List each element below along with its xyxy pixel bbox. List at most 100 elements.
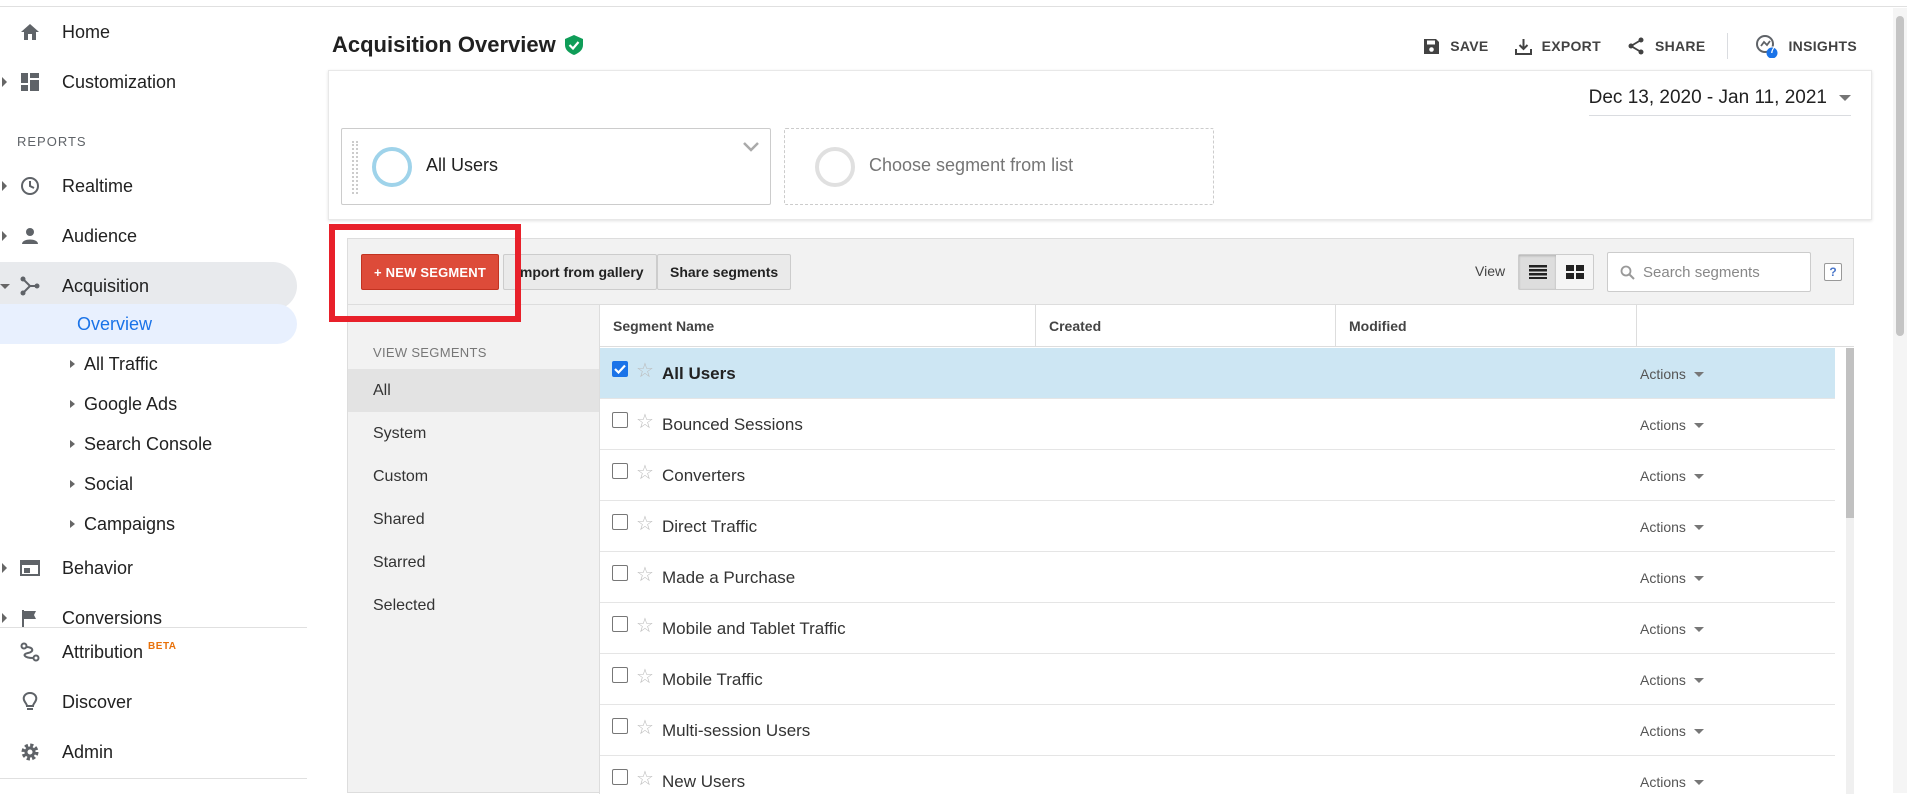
share-button[interactable]: SHARE: [1627, 37, 1706, 55]
actions-dropdown[interactable]: Actions: [1640, 723, 1704, 739]
star-icon[interactable]: ☆: [636, 616, 654, 636]
collapse-arrow-icon[interactable]: [0, 283, 10, 289]
expand-arrow-icon[interactable]: [2, 613, 7, 623]
grid-view-button[interactable]: [1556, 255, 1593, 289]
actions-dropdown[interactable]: Actions: [1640, 621, 1704, 637]
share-segments-button[interactable]: Share segments: [657, 254, 792, 290]
actions-dropdown[interactable]: Actions: [1640, 417, 1704, 433]
column-header-modified[interactable]: Modified: [1336, 305, 1637, 347]
actions-dropdown[interactable]: Actions: [1640, 672, 1704, 688]
table-row[interactable]: ☆ Mobile and Tablet Traffic Actions: [600, 603, 1835, 654]
table-row[interactable]: ☆ Made a Purchase Actions: [600, 552, 1835, 603]
nav-social[interactable]: Social: [0, 464, 297, 504]
caret-down-icon: [1693, 473, 1704, 479]
date-range-picker[interactable]: Dec 13, 2020 - Jan 11, 2021: [1588, 87, 1851, 116]
export-button[interactable]: EXPORT: [1514, 38, 1601, 55]
expand-arrow-icon[interactable]: [2, 181, 7, 191]
actions-label: Actions: [1640, 570, 1686, 586]
page-scrollbar[interactable]: [1893, 8, 1907, 793]
star-icon[interactable]: ☆: [636, 565, 654, 585]
sidebar: Home Customization REPORTS Realtime Audi…: [0, 8, 307, 793]
table-row[interactable]: ☆ Multi-session Users Actions: [600, 705, 1835, 756]
row-checkbox[interactable]: [612, 565, 628, 581]
table-row[interactable]: ☆ Bounced Sessions Actions: [600, 399, 1835, 450]
expand-arrow-icon[interactable]: [70, 480, 75, 488]
expand-arrow-icon[interactable]: [2, 563, 7, 573]
column-header-segment-name[interactable]: Segment Name: [600, 305, 1036, 347]
row-checkbox[interactable]: [612, 616, 628, 632]
column-header-created[interactable]: Created: [1036, 305, 1336, 347]
star-icon[interactable]: ☆: [636, 769, 654, 789]
table-row[interactable]: ☆ Direct Traffic Actions: [600, 501, 1835, 552]
segment-name: Mobile Traffic: [662, 670, 763, 689]
nav-realtime[interactable]: Realtime: [0, 162, 297, 210]
star-icon[interactable]: ☆: [636, 361, 654, 381]
nav-overview[interactable]: Overview: [0, 304, 297, 344]
segment-filter-list: VIEW SEGMENTS All System Custom Shared S…: [348, 304, 599, 794]
page-title-text: Acquisition Overview: [332, 32, 556, 57]
row-checkbox[interactable]: [612, 718, 628, 734]
row-checkbox[interactable]: [612, 667, 628, 683]
filter-shared[interactable]: Shared: [348, 498, 599, 541]
save-button[interactable]: SAVE: [1423, 38, 1488, 55]
nav-audience[interactable]: Audience: [0, 212, 297, 260]
search-segments-input[interactable]: [1643, 263, 1803, 281]
list-view-button[interactable]: [1519, 255, 1556, 289]
filter-system[interactable]: System: [348, 412, 599, 455]
table-row[interactable]: ☆ All Users Actions: [600, 348, 1835, 399]
caret-down-icon: [1693, 677, 1704, 683]
star-icon[interactable]: ☆: [636, 718, 654, 738]
row-checkbox[interactable]: [612, 514, 628, 530]
nav-google-ads[interactable]: Google Ads: [0, 384, 297, 424]
row-checkbox[interactable]: [612, 769, 628, 785]
expand-arrow-icon[interactable]: [70, 440, 75, 448]
star-icon[interactable]: ☆: [636, 463, 654, 483]
filter-starred[interactable]: Starred: [348, 541, 599, 584]
help-icon[interactable]: ?: [1824, 263, 1842, 281]
nav-admin[interactable]: Admin: [0, 728, 297, 776]
nav-campaigns[interactable]: Campaigns: [0, 504, 297, 544]
insights-button[interactable]: 7 INSIGHTS: [1754, 34, 1857, 58]
table-row[interactable]: ☆ Converters Actions: [600, 450, 1835, 501]
actions-dropdown[interactable]: Actions: [1640, 366, 1704, 382]
nav-customization[interactable]: Customization: [0, 58, 297, 106]
actions-dropdown[interactable]: Actions: [1640, 774, 1704, 790]
actions-dropdown[interactable]: Actions: [1640, 519, 1704, 535]
star-icon[interactable]: ☆: [636, 667, 654, 687]
expand-arrow-icon[interactable]: [2, 231, 7, 241]
date-range-text: Dec 13, 2020 - Jan 11, 2021: [1588, 87, 1827, 108]
scrollbar-thumb[interactable]: [1846, 348, 1854, 518]
table-scrollbar[interactable]: [1846, 348, 1854, 794]
import-from-gallery-button[interactable]: Import from gallery: [503, 254, 657, 290]
table-row[interactable]: ☆ New Users Actions: [600, 756, 1835, 794]
nav-social-label: Social: [84, 473, 134, 494]
chevron-down-icon[interactable]: [742, 141, 760, 153]
expand-arrow-icon[interactable]: [70, 400, 75, 408]
nav-attribution[interactable]: Attribution BETA: [0, 628, 297, 676]
page-scrollbar-thumb[interactable]: [1896, 16, 1904, 336]
expand-arrow-icon[interactable]: [70, 360, 75, 368]
drag-handle[interactable]: [352, 141, 358, 194]
table-row[interactable]: ☆ Mobile Traffic Actions: [600, 654, 1835, 705]
row-checkbox[interactable]: [612, 463, 628, 479]
nav-behavior[interactable]: Behavior: [0, 544, 297, 592]
nav-all-traffic[interactable]: All Traffic: [0, 344, 297, 384]
nav-acquisition[interactable]: Acquisition: [0, 262, 297, 310]
actions-dropdown[interactable]: Actions: [1640, 570, 1704, 586]
expand-arrow-icon[interactable]: [70, 520, 75, 528]
segment-card-empty[interactable]: Choose segment from list: [784, 128, 1214, 205]
nav-home[interactable]: Home: [0, 8, 297, 56]
nav-discover[interactable]: Discover: [0, 678, 297, 726]
row-checkbox[interactable]: [612, 361, 628, 377]
filter-selected[interactable]: Selected: [348, 584, 599, 627]
filter-all[interactable]: All: [348, 369, 599, 412]
row-checkbox[interactable]: [612, 412, 628, 428]
expand-arrow-icon[interactable]: [2, 77, 7, 87]
segment-card-all-users[interactable]: All Users: [341, 128, 771, 205]
filter-custom[interactable]: Custom: [348, 455, 599, 498]
star-icon[interactable]: ☆: [636, 514, 654, 534]
actions-dropdown[interactable]: Actions: [1640, 468, 1704, 484]
star-icon[interactable]: ☆: [636, 412, 654, 432]
nav-search-console[interactable]: Search Console: [0, 424, 297, 464]
grid-icon: [1565, 265, 1584, 279]
